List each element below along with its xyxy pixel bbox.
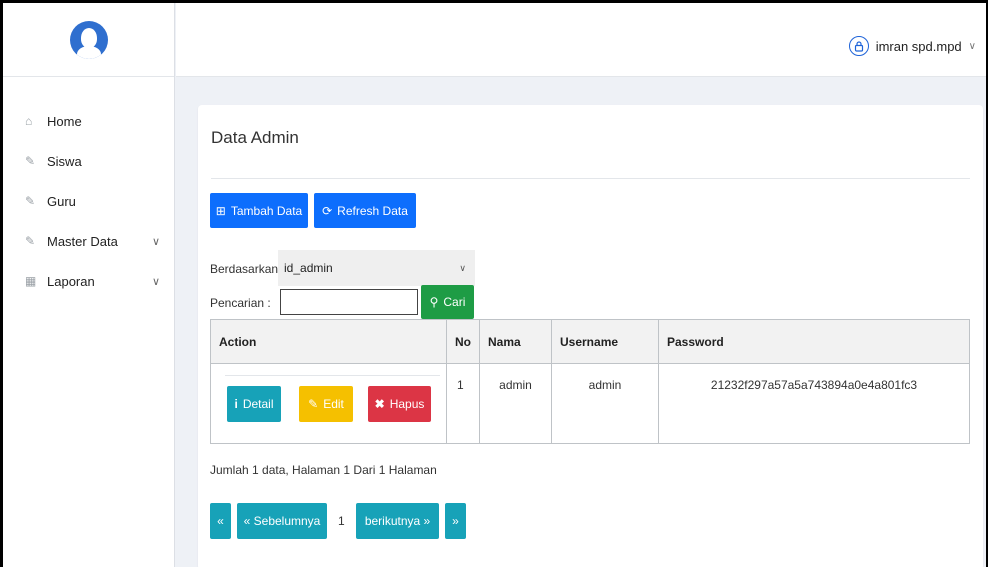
info-icon: i (234, 397, 238, 411)
calendar-icon: ▦ (25, 274, 37, 288)
filter-selected-value: id_admin (284, 261, 333, 275)
sidebar-item-label: Siswa (47, 153, 82, 169)
edit-icon: ✎ (308, 397, 319, 411)
action-cell: i Detail ✎ Edit ✖ Hapus (210, 363, 447, 444)
sidebar-item-master-data[interactable]: ✎ Master Data ∨ (3, 221, 174, 261)
refresh-icon: ⟳ (322, 203, 333, 218)
top-header: imran spd.mpd ∨ (176, 3, 986, 77)
sidebar-item-label: Master Data (47, 233, 118, 249)
plus-square-icon: ⊞ (215, 203, 226, 218)
admin-table: Action No Nama Username Password i Detai… (210, 319, 970, 444)
pagination-last-button[interactable]: » (445, 503, 466, 539)
filter-label: Berdasarkan: (210, 262, 282, 276)
user-menu[interactable]: imran spd.mpd ∨ (848, 36, 976, 56)
cell-username: admin (551, 363, 659, 444)
cell-nama: admin (479, 363, 552, 444)
table-row: i Detail ✎ Edit ✖ Hapus 1 admin admin 21… (210, 363, 970, 444)
chevron-down-icon: ∨ (968, 40, 976, 52)
chevron-down-icon: ∨ (151, 235, 160, 248)
search-label: Pencarian : (210, 296, 271, 310)
cell-password: 21232f297a57a5a743894a0e4a801fc3 (658, 363, 970, 444)
cell-no: 1 (446, 363, 480, 444)
logo-icon (69, 20, 108, 59)
pagination-current-page[interactable]: 1 (338, 514, 345, 528)
search-button[interactable]: ⚲ Cari (421, 285, 474, 319)
sidebar-item-label: Guru (47, 193, 76, 209)
edit-icon: ✎ (25, 154, 36, 168)
chevron-down-icon: ∨ (151, 275, 160, 288)
edit-button[interactable]: ✎ Edit (299, 386, 353, 422)
edit-icon: ✎ (25, 234, 36, 248)
pagination-first-button[interactable]: « (210, 503, 231, 539)
user-icon (848, 36, 869, 56)
refresh-data-button[interactable]: ⟳ Refresh Data (314, 193, 416, 228)
user-name: imran spd.mpd (875, 38, 962, 54)
column-header-no: No (446, 319, 480, 364)
data-summary: Jumlah 1 data, Halaman 1 Dari 1 Halaman (210, 463, 437, 477)
sidebar-item-laporan[interactable]: ▦ Laporan ∨ (3, 261, 174, 301)
page-title: Data Admin (211, 128, 299, 147)
divider (225, 375, 440, 376)
column-header-nama: Nama (479, 319, 552, 364)
add-data-button[interactable]: ⊞ Tambah Data (210, 193, 308, 228)
edit-icon: ✎ (25, 194, 36, 208)
sidebar-item-home[interactable]: ⌂ Home (3, 101, 174, 141)
table-header-row: Action No Nama Username Password (210, 319, 970, 364)
pagination-prev-button[interactable]: « Sebelumnya (237, 503, 327, 539)
filter-select[interactable]: id_admin ∨ (278, 250, 475, 286)
chevron-down-icon: ∨ (459, 263, 466, 273)
close-icon: ✖ (374, 397, 385, 411)
sidebar-item-label: Home (47, 113, 82, 129)
sidebar-nav: ⌂ Home ✎ Siswa ✎ Guru ✎ Master Data ∨ ▦ … (3, 77, 174, 301)
app-frame: ⌂ Home ✎ Siswa ✎ Guru ✎ Master Data ∨ ▦ … (0, 0, 988, 567)
column-header-username: Username (551, 319, 659, 364)
detail-button[interactable]: i Detail (227, 386, 281, 422)
column-header-password: Password (658, 319, 970, 364)
search-icon: ⚲ (429, 295, 439, 309)
search-input[interactable] (280, 289, 418, 315)
divider (211, 178, 970, 179)
logo-area (3, 3, 174, 77)
content-card: Data Admin ⊞ Tambah Data ⟳ Refresh Data … (198, 105, 983, 567)
column-header-action: Action (210, 319, 447, 364)
sidebar-item-label: Laporan (47, 273, 95, 289)
sidebar-item-siswa[interactable]: ✎ Siswa (3, 141, 174, 181)
sidebar-item-guru[interactable]: ✎ Guru (3, 181, 174, 221)
delete-button[interactable]: ✖ Hapus (368, 386, 431, 422)
home-icon: ⌂ (25, 114, 33, 128)
sidebar: ⌂ Home ✎ Siswa ✎ Guru ✎ Master Data ∨ ▦ … (3, 3, 175, 567)
pagination-next-button[interactable]: berikutnya » (356, 503, 439, 539)
